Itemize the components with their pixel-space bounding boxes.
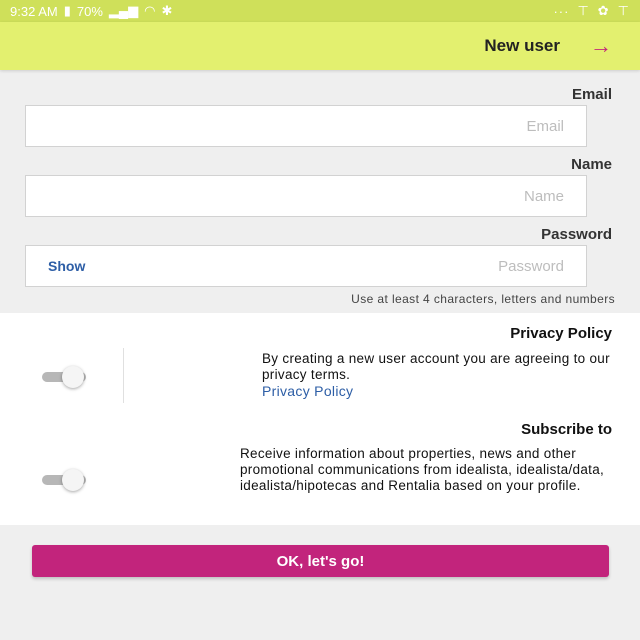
toggle-knob xyxy=(62,366,84,388)
email-field-container[interactable] xyxy=(25,105,587,147)
wifi-icon: ◠ xyxy=(144,3,156,18)
subscribe-text: Receive information about properties, ne… xyxy=(240,446,605,493)
subscribe-toggle[interactable] xyxy=(40,466,90,492)
show-password-button[interactable]: Show xyxy=(48,258,85,274)
password-field-container[interactable]: Show xyxy=(25,245,587,287)
toggle-knob xyxy=(62,469,84,491)
battery-icon: ▮ xyxy=(63,3,71,18)
privacy-title: Privacy Policy xyxy=(510,325,612,342)
submit-button[interactable]: OK, let's go! xyxy=(32,545,609,577)
app-bar: New user → xyxy=(0,22,640,70)
privacy-toggle[interactable] xyxy=(40,363,90,389)
name-field[interactable] xyxy=(48,187,564,205)
status-left: 9:32 AM ▮ 70% ▂▄▆ ◠ ✱ xyxy=(10,3,172,19)
subscribe-title: Subscribe to xyxy=(521,421,612,438)
overflow-dots-icon: ··· xyxy=(553,3,570,19)
arrow-icon[interactable]: → xyxy=(590,35,612,57)
battery-text: 70% xyxy=(76,3,103,19)
time-text: 9:32 AM xyxy=(10,3,58,19)
password-label: Password xyxy=(541,226,612,243)
signal-icon: ▂▄▆ xyxy=(108,3,139,18)
alarm-icon: ⊤ xyxy=(617,3,630,18)
status-right: ··· ⊤ ✿ ⊤ xyxy=(553,3,630,19)
password-field[interactable] xyxy=(99,257,564,275)
name-field-container[interactable] xyxy=(25,175,587,217)
consent-panel: Privacy Policy By creating a new user ac… xyxy=(0,313,640,525)
vibrate-icon: ✿ xyxy=(597,3,610,18)
email-field[interactable] xyxy=(48,117,564,135)
privacy-policy-link[interactable]: Privacy Policy xyxy=(262,383,353,399)
bluetooth-icon: ✱ xyxy=(161,3,173,18)
divider xyxy=(123,348,124,403)
page-title: New user xyxy=(484,36,560,55)
privacy-text: By creating a new user account you are a… xyxy=(262,351,610,382)
status-bar: 9:32 AM ▮ 70% ▂▄▆ ◠ ✱ ··· ⊤ ✿ ⊤ xyxy=(0,0,640,22)
notification-icon: ⊤ xyxy=(577,3,590,18)
email-label: Email xyxy=(571,86,612,103)
name-label: Name xyxy=(571,156,612,173)
password-hint: Use at least 4 characters, letters and n… xyxy=(351,292,615,306)
privacy-text-block: By creating a new user account you are a… xyxy=(262,351,612,400)
